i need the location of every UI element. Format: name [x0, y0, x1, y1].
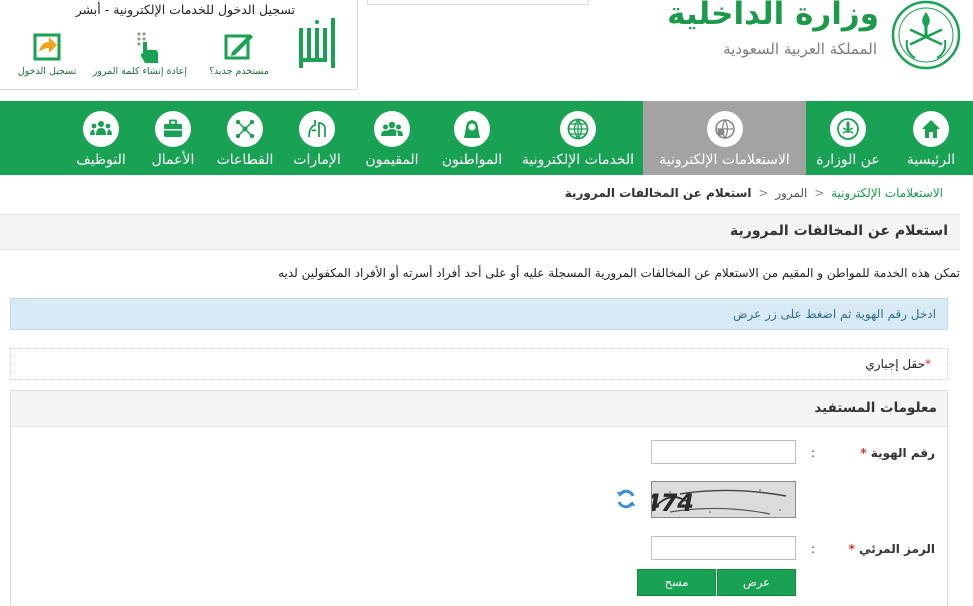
captcha-input[interactable]	[651, 536, 796, 560]
ministry-logo[interactable]: وزارة الداخلية المملكة العربية السعودية	[667, 0, 961, 72]
nav-label-residents: المقيمون	[365, 152, 419, 168]
search-dropdown-edge	[367, 0, 589, 5]
id-number-label: رقم الهوية *	[860, 446, 935, 460]
reset-password-label: إعادة إنشاء كلمة المرور	[92, 66, 187, 77]
new-user-label: مستخدم جديد؟	[209, 66, 269, 77]
nav-label-eservices: الخدمات الإلكترونية	[521, 152, 635, 168]
beneficiary-section-title: معلومات المستفيد	[814, 400, 937, 416]
nav-item-citizens[interactable]: المواطنون	[432, 101, 512, 175]
nav-item-inquiries[interactable]: الاستعلامات الإلكترونية	[643, 101, 806, 175]
nav-item-employment[interactable]: التوظيف	[65, 101, 137, 175]
beneficiary-panel-header: معلومات المستفيد	[11, 391, 947, 427]
nav-label-sectors: القطاعات	[216, 152, 274, 168]
breadcrumb-separator-icon: <	[758, 186, 769, 200]
required-star: *	[925, 357, 931, 371]
breadcrumb-root[interactable]: الاستعلامات الإلكترونية	[831, 186, 943, 200]
nav-item-sectors[interactable]: القطاعات	[209, 101, 281, 175]
captcha-label: الرمز المرئي *	[848, 542, 935, 556]
home-icon	[922, 120, 940, 138]
nav-label-home: الرئيسية	[906, 152, 956, 168]
nav-label-citizens: المواطنون	[441, 152, 503, 168]
show-button[interactable]: عرض	[717, 569, 796, 596]
service-description: تمكن هذه الخدمة للمواطن و المقيم من الاس…	[278, 266, 960, 280]
instruction-text: ادخل رقم الهوية ثم اضغط على زر عرض	[733, 307, 936, 321]
absher-login-panel: تسجيل الدخول للخدمات الإلكترونية - أبشر …	[0, 0, 358, 90]
new-user-icon	[224, 34, 253, 60]
nav-item-about[interactable]: عن الوزارة	[808, 101, 888, 175]
nav-label-emirates: الإمارات	[293, 152, 341, 168]
saudi-emblem-icon	[891, 0, 961, 70]
residents-icon	[381, 121, 403, 136]
employment-icon	[90, 121, 112, 135]
required-note-label: حقل إجباري	[865, 357, 925, 371]
nav-item-home[interactable]: الرئيسية	[889, 101, 973, 175]
nav-item-business[interactable]: الأعمال	[138, 101, 208, 175]
globe-icon	[567, 118, 589, 140]
login-link[interactable]: تسجيل الدخول	[7, 30, 87, 77]
citizen-icon	[464, 120, 480, 138]
sectors-icon	[235, 119, 255, 139]
emirates-icon	[308, 120, 326, 138]
nav-label-about: عن الوزارة	[816, 152, 880, 168]
captcha-text: 9474	[651, 489, 694, 517]
absher-logo-icon[interactable]	[297, 12, 339, 74]
clear-button[interactable]: مسح	[637, 569, 716, 596]
ministry-subtitle: المملكة العربية السعودية	[723, 40, 877, 58]
beneficiary-info-panel: معلومات المستفيد	[10, 390, 948, 606]
main-navigation: الرئيسية عن الوزارة الاستعلامات الإلكترو…	[0, 101, 973, 175]
nav-label-inquiries: الاستعلامات الإلكترونية	[659, 152, 790, 168]
absher-title: تسجيل الدخول للخدمات الإلكترونية - أبشر	[75, 2, 295, 17]
page-title: استعلام عن المخالفات المرورية	[730, 223, 948, 239]
captcha-colon: :	[810, 542, 815, 556]
nav-item-eservices[interactable]: الخدمات الإلكترونية	[514, 101, 642, 175]
ministry-emblem-icon	[837, 118, 859, 140]
reset-password-icon	[137, 32, 158, 63]
id-colon: :	[810, 446, 815, 460]
breadcrumb-separator-icon: <	[814, 186, 825, 200]
reset-password-link[interactable]: إعادة إنشاء كلمة المرور	[92, 30, 187, 77]
breadcrumb: الاستعلامات الإلكترونية < المرور < استعل…	[565, 186, 943, 200]
captcha-image: 9474	[651, 481, 796, 518]
nav-label-business: الأعمال	[151, 152, 195, 168]
inquiry-icon	[714, 119, 735, 140]
ministry-title: وزارة الداخلية	[667, 0, 879, 32]
breadcrumb-section[interactable]: المرور	[775, 186, 807, 200]
nav-item-emirates[interactable]: الإمارات	[282, 101, 352, 175]
nav-label-employment: التوظيف	[76, 152, 126, 168]
login-label: تسجيل الدخول	[17, 66, 77, 77]
refresh-captcha-icon[interactable]	[615, 488, 637, 510]
instruction-alert: ادخل رقم الهوية ثم اضغط على زر عرض	[10, 298, 948, 330]
briefcase-icon	[164, 119, 182, 137]
login-icon	[33, 33, 61, 61]
breadcrumb-current: استعلام عن المخالفات المرورية	[564, 186, 752, 200]
page-title-bar: استعلام عن المخالفات المرورية	[0, 214, 960, 250]
new-user-link[interactable]: مستخدم جديد؟	[199, 30, 279, 77]
id-number-input[interactable]	[651, 440, 796, 464]
nav-item-residents[interactable]: المقيمون	[353, 101, 431, 175]
required-field-note: *حقل إجباري	[10, 348, 948, 380]
site-header: وزارة الداخلية المملكة العربية السعودية …	[0, 0, 973, 100]
